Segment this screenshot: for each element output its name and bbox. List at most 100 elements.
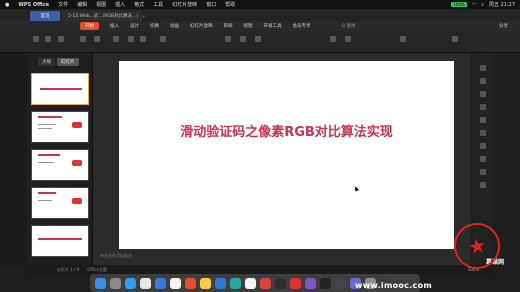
tab-outline[interactable]: 大纲: [38, 58, 55, 66]
paste-icon[interactable]: [33, 36, 39, 42]
comment-icon[interactable]: [480, 169, 486, 175]
slide-thumbnail-5[interactable]: [31, 225, 89, 257]
ribbon-tab-design[interactable]: 设计: [130, 23, 139, 29]
share-button[interactable]: 分享: [499, 23, 508, 29]
ribbon-tab-home[interactable]: 开始: [80, 22, 99, 30]
menu-help[interactable]: 帮助: [225, 1, 235, 8]
document-tabbar: 首页 5-13 Web...武...(RGB对比算法...) ×: [0, 9, 520, 21]
theme-name[interactable]: Office主题: [87, 267, 107, 273]
slide-thumbnail-1[interactable]: [31, 73, 89, 105]
app-icon[interactable]: [275, 277, 286, 289]
settings-icon[interactable]: [452, 36, 458, 42]
mail-icon[interactable]: [155, 277, 166, 289]
italic-icon[interactable]: [140, 36, 146, 42]
share-icon[interactable]: [480, 182, 486, 188]
safari-icon[interactable]: [125, 277, 136, 289]
cut-icon[interactable]: [45, 36, 51, 42]
thumb-text-line: [38, 162, 54, 163]
apple-icon[interactable]: ●: [5, 2, 9, 8]
ribbon-tab-view[interactable]: 视图: [244, 23, 253, 29]
table-icon[interactable]: [480, 117, 486, 123]
arrange-icon[interactable]: [255, 36, 261, 42]
typora-icon[interactable]: [245, 277, 256, 289]
launchpad-icon[interactable]: [110, 277, 121, 289]
slides-panel: 大纲 幻灯片: [27, 53, 93, 265]
vscode-icon[interactable]: [215, 277, 226, 289]
picture-icon[interactable]: [330, 36, 336, 42]
animation-icon[interactable]: [480, 78, 486, 84]
bold-icon[interactable]: [128, 36, 134, 42]
menu-file[interactable]: 文件: [58, 1, 68, 8]
tab-home[interactable]: 首页: [30, 11, 60, 21]
tab-document[interactable]: 5-13 Web...武...(RGB对比算法...) ×: [62, 11, 145, 21]
search-icon[interactable]: ⌕: [481, 2, 484, 8]
align-icon[interactable]: [160, 36, 166, 42]
chart-icon[interactable]: [480, 104, 486, 110]
thumb-title-line: [38, 238, 82, 240]
tab-slides[interactable]: 幻灯片: [57, 58, 79, 66]
notes-placeholder[interactable]: 单击此处添加备注: [100, 253, 132, 259]
menu-slideshow[interactable]: 幻灯片放映: [172, 1, 197, 8]
thumb-title-line: [40, 88, 82, 90]
statusbar: 幻灯片 1 / 9 Office主题 100%: [27, 265, 493, 274]
clock[interactable]: 周五 21:27: [489, 1, 515, 8]
ribbon-tab-insert[interactable]: 插入: [110, 23, 119, 29]
finder-icon[interactable]: [95, 277, 106, 289]
property-icon[interactable]: [480, 65, 486, 71]
close-tab-icon[interactable]: ×: [142, 14, 145, 19]
ribbon-tabs: 开始 插入 设计 切换 动画 幻灯片放映 审阅 视图 开发工具 会员专享 Q 查…: [0, 21, 520, 31]
thumb-text-line: [38, 124, 56, 125]
layout-icon[interactable]: [94, 36, 100, 42]
current-slide[interactable]: 滑动验证码之像素RGB对比算法实现: [119, 61, 454, 249]
link-icon[interactable]: [480, 156, 486, 162]
table-icon[interactable]: [345, 36, 351, 42]
shape-icon[interactable]: [480, 130, 486, 136]
thumb-image: [72, 198, 82, 204]
tab-document-label: 5-13 Web...武...(RGB对比算法...): [68, 14, 139, 19]
app-icon[interactable]: [305, 277, 316, 289]
app-name[interactable]: WPS Office: [18, 2, 49, 8]
ribbon-search[interactable]: Q 查找: [342, 23, 356, 29]
slide-thumbnail-4[interactable]: [31, 187, 89, 219]
shape-icon[interactable]: [240, 36, 246, 42]
ribbon-tab-transition[interactable]: 切换: [150, 23, 159, 29]
app-icon[interactable]: [335, 277, 346, 289]
menu-format[interactable]: 格式: [134, 1, 144, 8]
thumb-text-line: [38, 128, 52, 129]
ribbon-toolbar: [0, 31, 520, 53]
chrome-icon[interactable]: [140, 277, 151, 289]
thumb-image: [72, 122, 82, 128]
menu-window[interactable]: 窗口: [206, 1, 216, 8]
app-icon[interactable]: [230, 277, 241, 289]
calendar-icon[interactable]: [170, 277, 181, 289]
battery-indicator[interactable]: 100%: [451, 2, 467, 7]
ribbon-tab-developer[interactable]: 开发工具: [264, 23, 282, 29]
app-icon[interactable]: [185, 277, 196, 289]
slide-thumbnail-3[interactable]: [31, 149, 89, 181]
menu-view[interactable]: 视图: [96, 1, 106, 8]
design-icon[interactable]: [480, 91, 486, 97]
wps-icon[interactable]: [290, 277, 301, 289]
menu-tools[interactable]: 工具: [153, 1, 163, 8]
brush-icon[interactable]: [480, 143, 486, 149]
menu-edit[interactable]: 编辑: [77, 1, 87, 8]
ribbon-tab-slideshow[interactable]: 幻灯片放映: [190, 23, 213, 29]
app-icon[interactable]: [260, 277, 271, 289]
slide-thumbnail-2[interactable]: [31, 111, 89, 143]
terminal-icon[interactable]: [320, 277, 331, 289]
wifi-icon[interactable]: ◠: [472, 2, 476, 8]
thumb-title-line: [38, 192, 56, 194]
find-icon[interactable]: [400, 36, 406, 42]
menu-insert[interactable]: 插入: [115, 1, 125, 8]
ribbon-tab-review[interactable]: 审阅: [224, 23, 233, 29]
slide-title[interactable]: 滑动验证码之像素RGB对比算法实现: [119, 121, 454, 140]
ribbon-tab-animation[interactable]: 动画: [170, 23, 179, 29]
font-icon[interactable]: [113, 36, 119, 42]
textbox-icon[interactable]: [225, 36, 231, 42]
photos-icon[interactable]: [200, 277, 211, 289]
thumb-text-line: [38, 200, 52, 201]
new-slide-icon[interactable]: [80, 36, 86, 42]
format-painter-icon[interactable]: [58, 36, 64, 42]
ribbon-tab-member[interactable]: 会员专享: [293, 23, 311, 29]
left-gutter: [0, 53, 27, 265]
